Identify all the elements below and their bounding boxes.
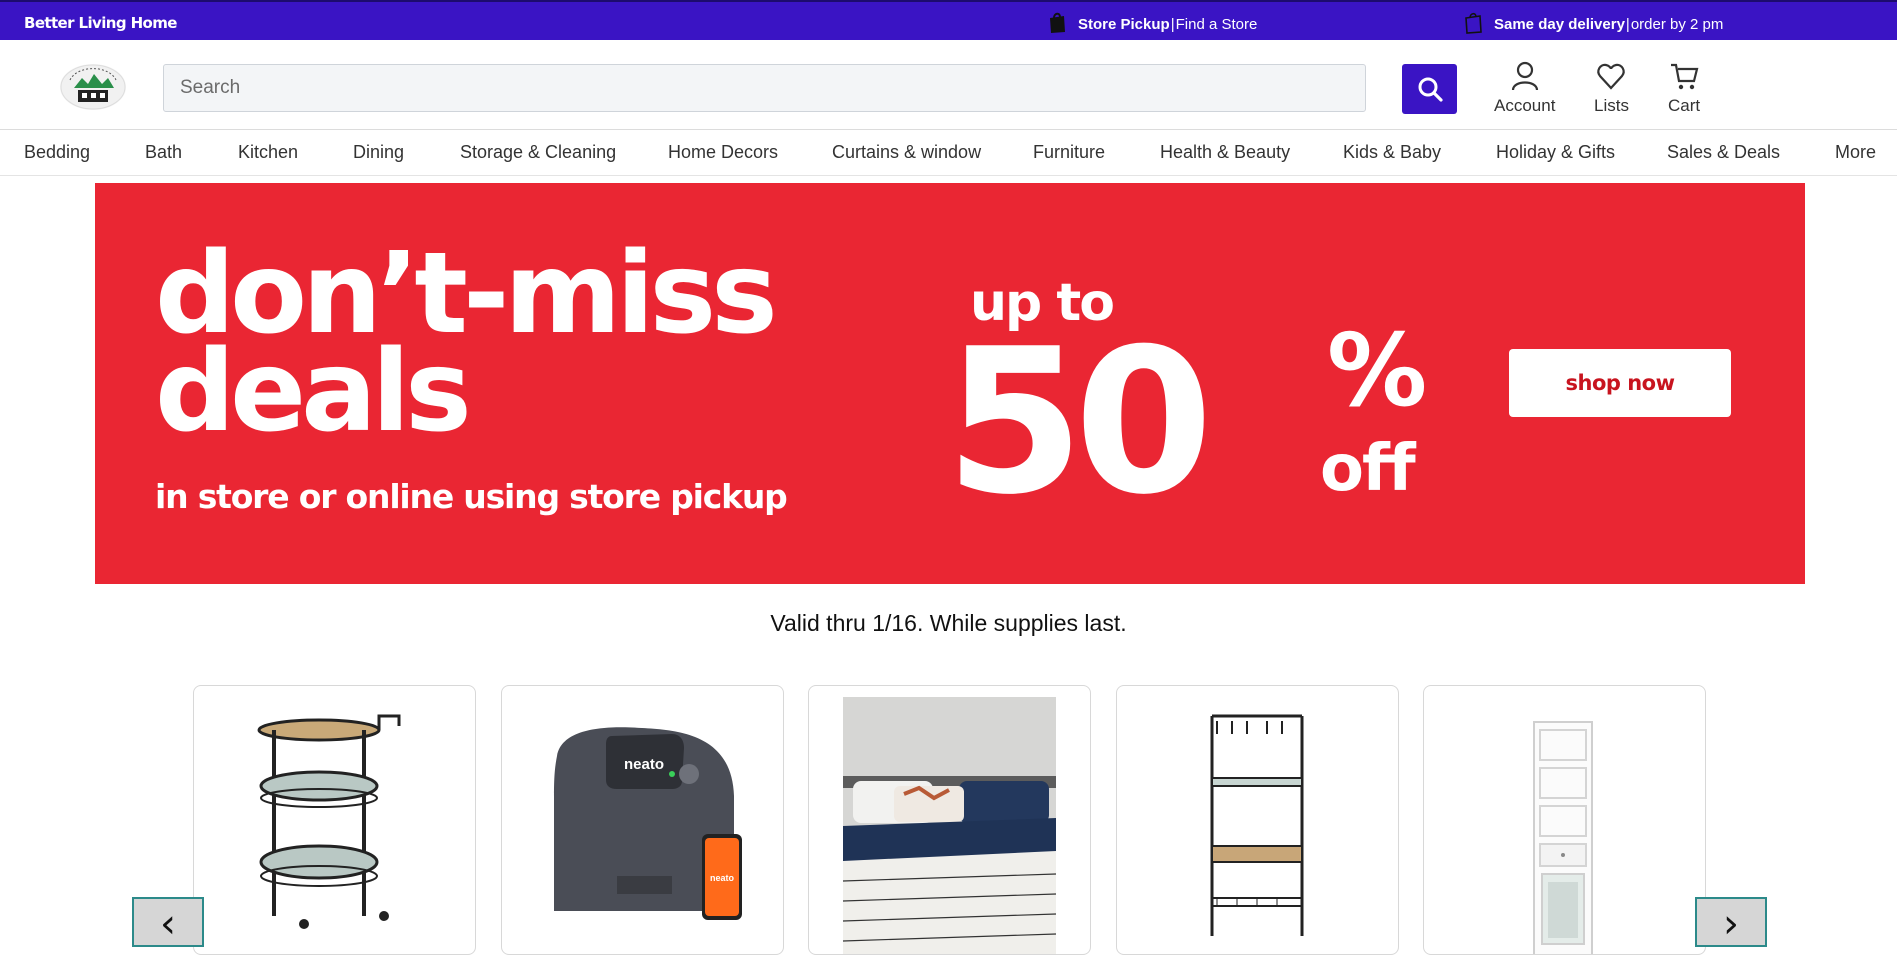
nav-item-bath[interactable]: Bath — [145, 142, 182, 163]
account-label: Account — [1494, 96, 1556, 115]
nav-item-kids-baby[interactable]: Kids & Baby — [1343, 142, 1441, 163]
separator: | — [1625, 15, 1630, 33]
neato-phone-text: neato — [710, 873, 735, 883]
account-button[interactable]: Account — [1494, 60, 1555, 116]
nav-item-home-decors[interactable]: Home Decors — [668, 142, 778, 163]
heart-icon — [1597, 63, 1626, 90]
product-card[interactable] — [1116, 685, 1399, 955]
hero-percent-value: 50 — [945, 306, 1213, 539]
site-logo[interactable] — [60, 64, 126, 110]
shop-now-button[interactable]: shop now — [1509, 349, 1731, 417]
nav-item-storage-cleaning[interactable]: Storage & Cleaning — [460, 142, 616, 163]
user-icon — [1511, 61, 1538, 91]
search-icon — [1418, 77, 1443, 102]
product-card[interactable] — [193, 685, 476, 955]
cart-button[interactable]: Cart — [1668, 60, 1700, 116]
shopping-bag-outline-icon — [1465, 12, 1482, 34]
linen-cabinet-image — [1533, 721, 1593, 954]
offer-validity-text: Valid thru 1/16. While supplies last. — [770, 610, 1127, 636]
announcement-bar: Better Living Home Store Pickup | Find a… — [0, 0, 1897, 40]
find-store-link[interactable]: Find a Store — [1176, 16, 1258, 33]
delivery-cutoff-text: order by 2 pm — [1630, 15, 1724, 33]
logo-icon — [60, 64, 126, 110]
nav-item-dining[interactable]: Dining — [353, 142, 404, 163]
bedding-set-image — [842, 697, 1057, 954]
cart-label: Cart — [1668, 96, 1701, 115]
hero-subline: in store or online using store pickup — [155, 477, 788, 516]
product-card[interactable] — [1423, 685, 1706, 955]
nav-item-health-beauty[interactable]: Health & Beauty — [1160, 142, 1290, 163]
store-pickup-label: Store Pickup — [1078, 15, 1170, 33]
nav-item-curtains-window[interactable]: Curtains & window — [832, 142, 981, 163]
nav-item-kitchen[interactable]: Kitchen — [238, 142, 298, 163]
bar-cart-image — [257, 714, 401, 929]
hero-percent-sign: % — [1327, 312, 1428, 429]
cart-icon — [1671, 63, 1699, 90]
hero-headline: don’t-miss deals — [155, 238, 778, 448]
product-card[interactable]: neato neato — [501, 685, 784, 955]
nav-item-sales-deals[interactable]: Sales & Deals — [1667, 142, 1780, 163]
nav-item-furniture[interactable]: Furniture — [1033, 142, 1105, 163]
same-day-delivery-promo[interactable]: Same day delivery | order by 2 pm — [1462, 12, 1724, 34]
neato-brand-text: neato — [624, 756, 664, 773]
brand-name[interactable]: Better Living Home — [24, 14, 177, 32]
lists-button[interactable]: Lists — [1594, 60, 1629, 116]
storage-shelf-image — [1210, 714, 1304, 936]
nav-item-bedding[interactable]: Bedding — [24, 142, 90, 163]
hero-off: off — [1320, 432, 1416, 506]
robot-vacuum-image: neato neato — [554, 727, 742, 920]
same-day-delivery-label: Same day delivery — [1494, 15, 1625, 33]
search-button[interactable] — [1402, 64, 1457, 114]
category-nav: Bedding Bath Kitchen Dining Storage & Cl… — [0, 131, 1897, 176]
hero-banner[interactable]: don’t-miss deals in store or online usin… — [95, 183, 1805, 584]
site-header: Account Lists Cart — [0, 40, 1897, 130]
nav-item-holiday-gifts[interactable]: Holiday & Gifts — [1496, 142, 1615, 163]
shopping-bag-icon — [1050, 12, 1065, 33]
product-card[interactable] — [808, 685, 1091, 955]
separator: | — [1170, 15, 1175, 33]
nav-item-more[interactable]: More — [1835, 142, 1876, 163]
store-pickup-promo[interactable]: Store Pickup | Find a Store — [1046, 12, 1258, 34]
search-input[interactable] — [163, 64, 1366, 112]
lists-label: Lists — [1594, 96, 1629, 115]
